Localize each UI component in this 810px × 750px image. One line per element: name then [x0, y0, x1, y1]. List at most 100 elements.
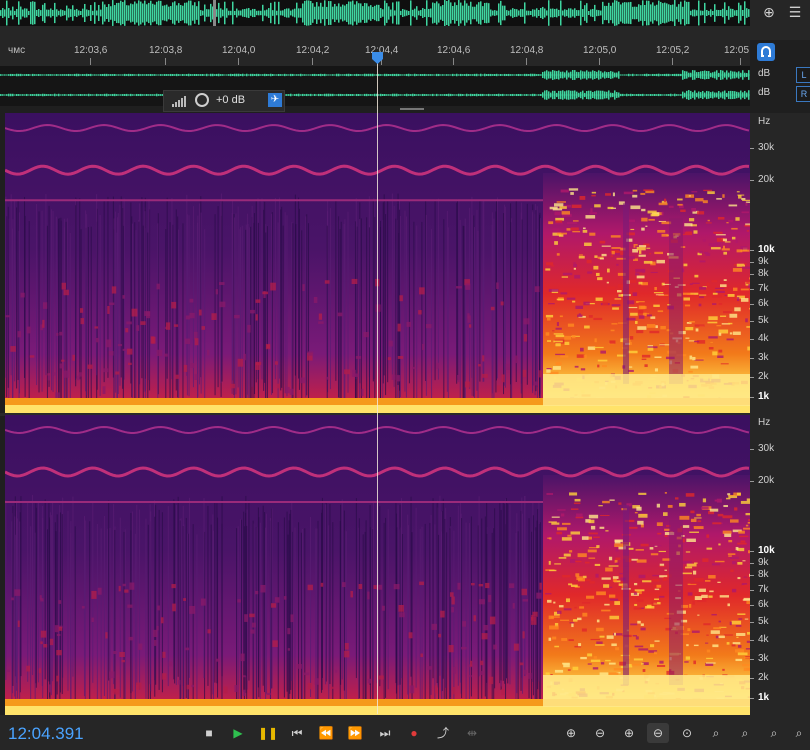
- lane-bar: [96, 74, 98, 76]
- lane-bar: [600, 71, 602, 79]
- spec-streak: [252, 520, 254, 701]
- lane-bar: [378, 94, 380, 96]
- spec-texture: [705, 253, 711, 256]
- spec-noise: [164, 353, 168, 357]
- loop-button[interactable]: ⤴: [433, 724, 453, 742]
- record-button[interactable]: ●: [404, 724, 424, 742]
- zoom-full-icon[interactable]: ⊙: [676, 723, 698, 743]
- spec-streak: [266, 513, 268, 694]
- overview-bar: [460, 2, 462, 24]
- left-channel-badge[interactable]: L: [796, 67, 810, 83]
- lane-bar: [716, 70, 718, 80]
- spec-texture: [612, 192, 615, 197]
- spec-streak: [283, 517, 285, 698]
- lane-bar: [30, 74, 32, 76]
- timecode-display[interactable]: 12:04.391: [8, 724, 84, 744]
- overview-bar: [92, 10, 94, 16]
- spec-texture: [638, 492, 647, 495]
- overview-bar: [360, 3, 362, 23]
- spec-streak: [329, 208, 331, 390]
- overview-bar: [632, 6, 634, 20]
- spec-texture: [620, 582, 623, 584]
- zoom-icon[interactable]: ⊕: [760, 3, 778, 21]
- fast-forward-button[interactable]: ⏩: [345, 724, 365, 742]
- overview-bar: [618, 1, 620, 25]
- lane-splitter[interactable]: [400, 107, 424, 111]
- gain-hud[interactable]: +0 dB ✈: [163, 90, 285, 112]
- spec-streak: [284, 212, 286, 394]
- lane-bar: [298, 93, 300, 97]
- spec-texture: [580, 347, 584, 352]
- spec-streak: [48, 205, 50, 387]
- spec-texture: [569, 622, 575, 624]
- spec-texture: [554, 222, 563, 225]
- lane-bar: [78, 73, 80, 77]
- stop-button[interactable]: ■: [199, 724, 219, 742]
- zoom-out-time-icon[interactable]: ⊖: [647, 723, 669, 743]
- spec-gap-band: [669, 218, 683, 384]
- go-to-end-button[interactable]: ⏭: [375, 724, 395, 742]
- overview-waveform[interactable]: [0, 0, 750, 26]
- hz-label: 4k: [758, 634, 769, 645]
- spec-streak: [12, 505, 14, 686]
- overview-bar: [378, 4, 380, 22]
- spec-streak: [387, 201, 389, 383]
- spec-noise: [393, 584, 400, 590]
- lane-bar: [366, 93, 368, 97]
- overview-bar: [192, 5, 194, 21]
- spec-noise: [211, 313, 217, 320]
- spec-texture: [687, 628, 691, 632]
- spec-texture: [679, 515, 690, 520]
- spec-noise: [122, 295, 125, 299]
- spec-streak: [120, 196, 122, 378]
- go-to-start-button[interactable]: ⏮: [287, 724, 307, 742]
- rewind-button[interactable]: ⏪: [316, 724, 336, 742]
- spec-texture: [706, 634, 709, 636]
- db-label-bottom: dB: [758, 87, 771, 98]
- lane-bar: [426, 94, 428, 96]
- zoom-out-amplitude-icon[interactable]: ⊖: [589, 723, 611, 743]
- lane-bar: [26, 93, 28, 97]
- pause-button[interactable]: ❚❚: [258, 724, 278, 742]
- snap-icon[interactable]: [757, 43, 775, 61]
- spec-noise: [237, 358, 244, 367]
- spec-texture: [642, 669, 646, 672]
- zoom-in-amplitude-icon[interactable]: ⊕: [560, 723, 582, 743]
- play-button[interactable]: ▶: [228, 724, 248, 742]
- playhead[interactable]: [377, 56, 378, 714]
- spec-streak: [119, 517, 121, 698]
- skip-button[interactable]: ⇹: [462, 724, 482, 742]
- channel-lanes[interactable]: [0, 66, 750, 106]
- spec-streak: [70, 521, 72, 702]
- lane-bar: [480, 73, 482, 77]
- zoom-out-icon[interactable]: ⌕: [763, 723, 785, 743]
- spec-texture: [629, 366, 633, 368]
- pin-icon[interactable]: ✈: [268, 93, 282, 107]
- spec-noise: [314, 678, 319, 685]
- gain-knob[interactable]: [195, 93, 209, 107]
- spec-streak: [55, 531, 57, 712]
- zoom-selection-icon[interactable]: ⌕: [705, 723, 727, 743]
- zoom-reset-icon[interactable]: ⌕: [788, 723, 810, 743]
- spec-noise: [478, 583, 484, 587]
- spec-texture: [556, 322, 559, 327]
- lane-bar: [148, 94, 150, 96]
- spec-streak: [175, 209, 177, 391]
- lane-bar: [540, 74, 542, 76]
- overview-bar: [450, 2, 452, 24]
- spec-streak: [436, 503, 438, 684]
- overview-bar: [546, 10, 548, 16]
- lane-bar: [492, 74, 494, 76]
- spec-texture: [630, 312, 638, 316]
- spec-streak: [192, 206, 194, 388]
- lane-bar: [616, 72, 618, 78]
- lane-bar: [168, 74, 170, 76]
- lane-bar: [346, 93, 348, 97]
- zoom-in-time-icon[interactable]: ⊕: [618, 723, 640, 743]
- overview-bar: [446, 0, 448, 26]
- overview-bar: [2, 8, 4, 18]
- menu-icon[interactable]: ☰: [786, 3, 804, 21]
- zoom-in-icon[interactable]: ⌕: [734, 723, 756, 743]
- right-channel-badge[interactable]: R: [796, 86, 810, 102]
- playhead-handle[interactable]: [372, 52, 383, 64]
